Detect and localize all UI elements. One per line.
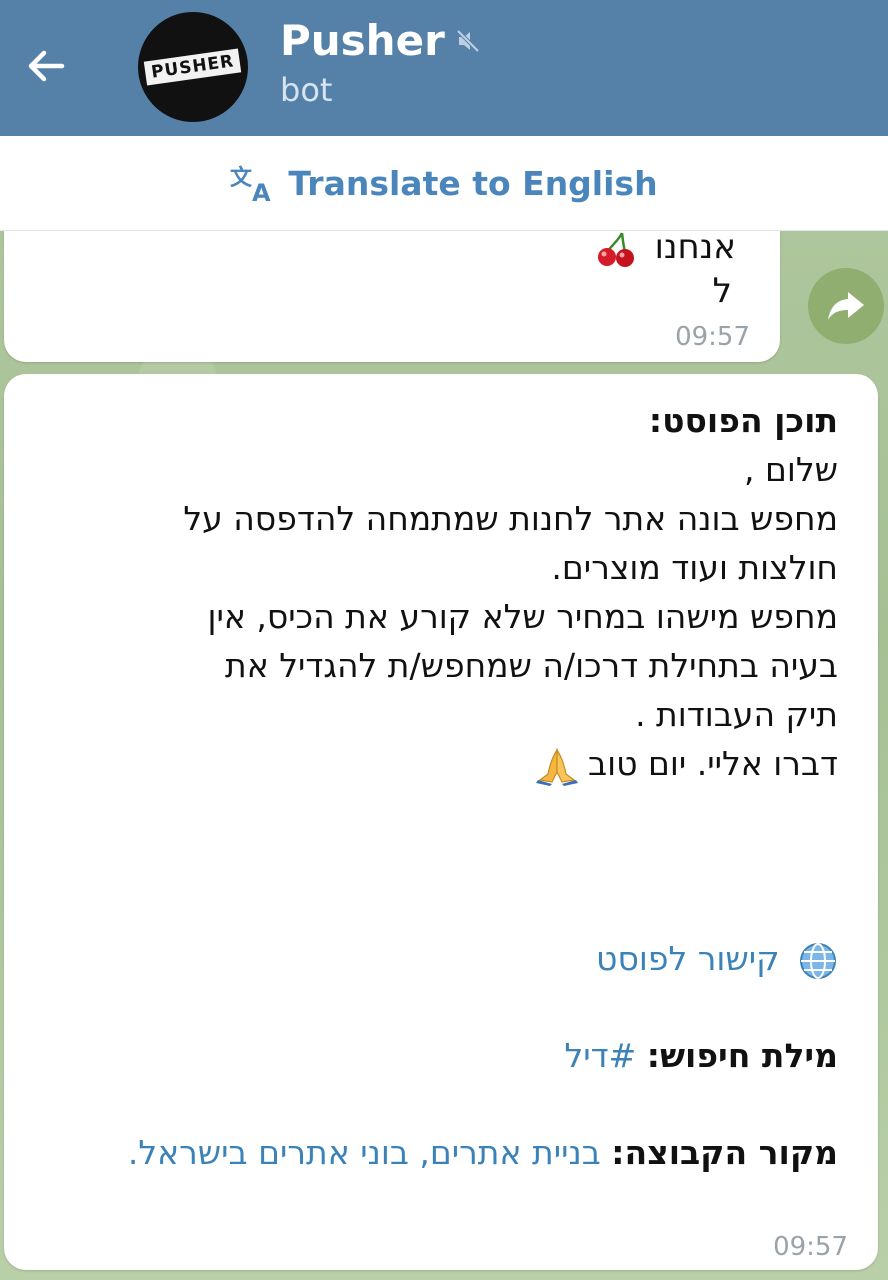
- translate-bar[interactable]: 文 A Translate to English: [0, 136, 888, 231]
- message-time: 09:57: [675, 322, 750, 352]
- globe-icon: [800, 942, 836, 979]
- source-line: מקור הקבוצה: בניית אתרים, בוני אתרים ביש…: [38, 1128, 838, 1177]
- chat-title: Pusher: [280, 16, 445, 65]
- translate-label: Translate to English: [288, 163, 658, 203]
- post-closing-line: דברו אליי. יום טוב: [38, 739, 838, 788]
- arrow-left-icon: [28, 50, 65, 82]
- cherries-icon: [597, 231, 634, 267]
- post-content: תוכן הפוסט: שלום , מחפש בונה אתר לחנות ש…: [38, 396, 838, 1177]
- svg-text:文: 文: [230, 165, 253, 191]
- chat-header: PUSHER Pusher bot: [0, 0, 888, 136]
- post-link-line: קישור לפוסט: [38, 934, 838, 983]
- share-forward-icon: [828, 292, 864, 320]
- chat-title-area[interactable]: Pusher bot: [280, 14, 481, 112]
- share-button[interactable]: [808, 268, 884, 344]
- avatar[interactable]: PUSHER: [138, 12, 248, 122]
- source-link[interactable]: בניית אתרים, בוני אתרים בישראל.: [128, 1133, 601, 1172]
- message-line: אנחנו: [596, 226, 736, 268]
- post-line: שלום ,: [743, 450, 838, 489]
- post-link[interactable]: קישור לפוסט: [596, 939, 779, 978]
- translate-icon: 文 A: [230, 165, 271, 203]
- chat-subtitle: bot: [280, 71, 333, 109]
- keyword-line: מילת חיפוש: #דיל: [38, 1031, 838, 1080]
- post-line: מחפש מישהו במחיר שלא קורע את הכיס, אין: [207, 597, 838, 636]
- message-bubble[interactable]: תוכן הפוסט: שלום , מחפש בונה אתר לחנות ש…: [4, 374, 878, 1270]
- message-time: 09:57: [773, 1232, 848, 1262]
- message-text: ל: [712, 271, 732, 311]
- post-closing: דברו אליי. יום טוב: [588, 744, 838, 783]
- post-line: מחפש בונה אתר לחנות שמתמחה להדפסה על: [183, 499, 838, 538]
- svg-text:A: A: [252, 179, 271, 203]
- back-button[interactable]: [18, 38, 74, 94]
- post-line: תיק העבודות .: [635, 695, 838, 734]
- pray-icon: [535, 747, 578, 786]
- keyword-label: מילת חיפוש:: [646, 1036, 838, 1075]
- post-heading: תוכן הפוסט:: [648, 401, 838, 440]
- avatar-logo: PUSHER: [144, 48, 242, 86]
- source-label: מקור הקבוצה:: [611, 1133, 838, 1172]
- muted-icon: [456, 29, 480, 53]
- keyword-hashtag[interactable]: #דיל: [564, 1036, 636, 1075]
- message-text: אנחנו: [654, 227, 736, 267]
- post-line: בעיה בתחילת דרכו/ה שמחפש/ת להגדיל את: [225, 646, 838, 685]
- post-line: חולצות ועוד מוצרים.: [551, 548, 838, 587]
